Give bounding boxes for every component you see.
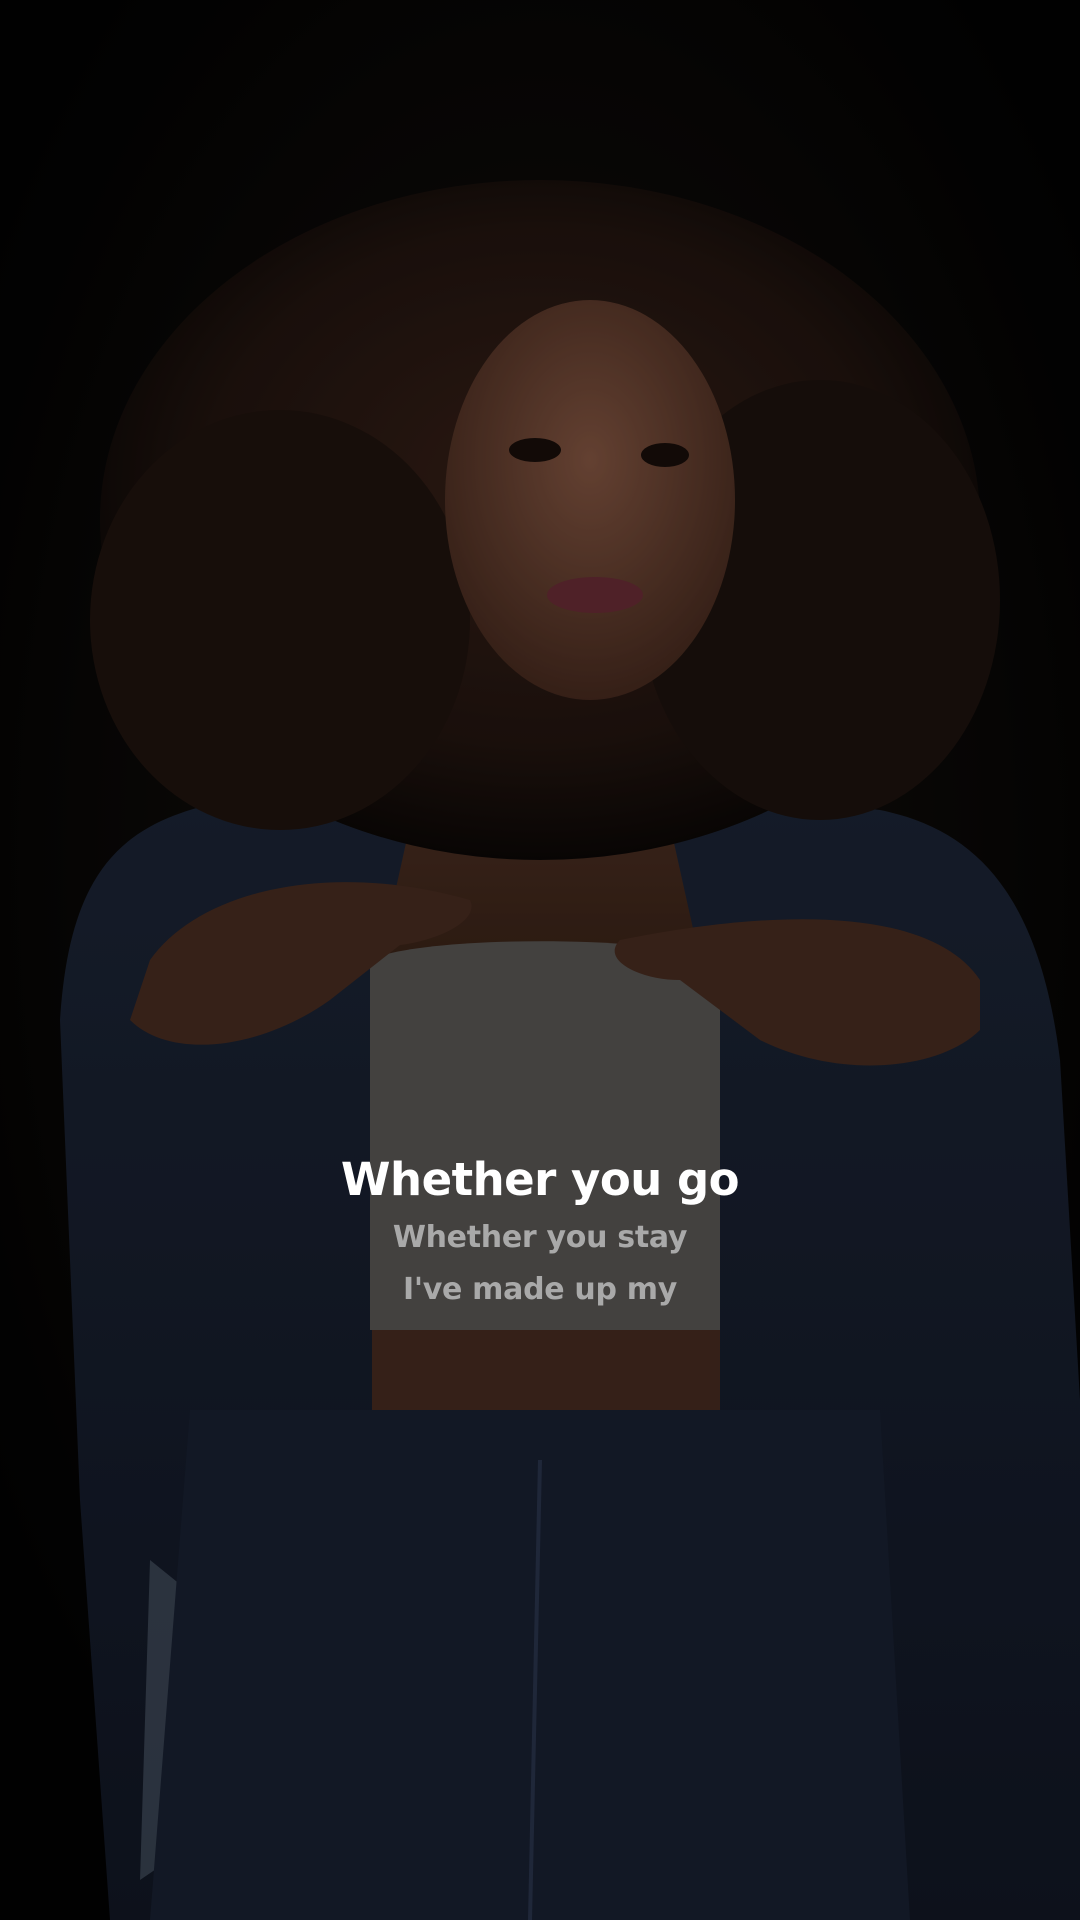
lyrics-screen: Whether you go Whether you stay I've mad… [0,0,1080,1920]
lyrics-panel: Whether you go Whether you stay I've mad… [0,1148,1080,1316]
next-lyric-line: Whether you stay [392,1220,688,1255]
dark-overlay [0,0,1080,1920]
current-lyric-line: Whether you go [340,1153,740,1206]
next-lyric-line: I've made up my [402,1272,678,1307]
